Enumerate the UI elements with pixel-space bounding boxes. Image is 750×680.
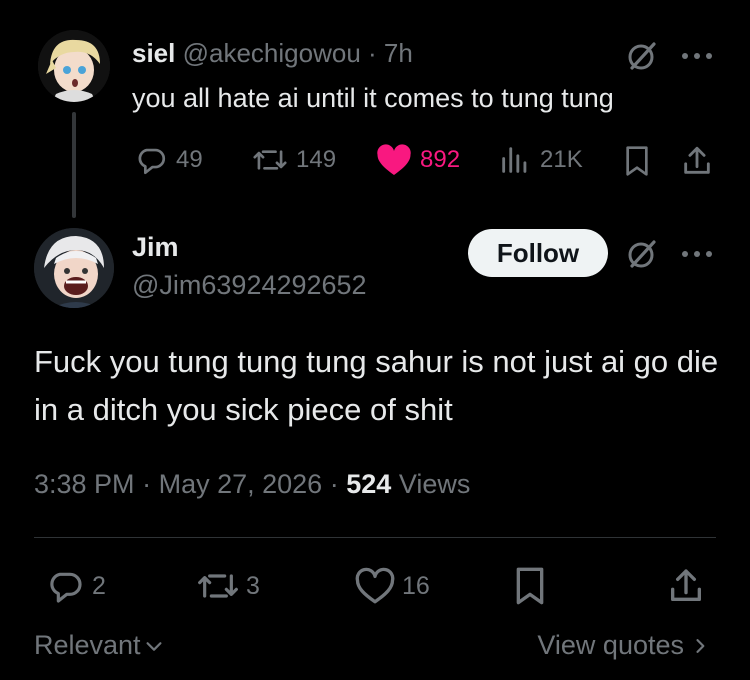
view-quotes-label: View quotes bbox=[537, 630, 684, 660]
bookmark-icon bbox=[626, 146, 648, 176]
parent-reply-button[interactable]: 49 bbox=[134, 143, 203, 177]
more-icon[interactable] bbox=[678, 236, 716, 272]
thread-line bbox=[72, 112, 76, 218]
parent-like-button[interactable]: 892 bbox=[376, 143, 460, 177]
heart-icon bbox=[355, 567, 395, 604]
reply-repost-button[interactable]: 3 bbox=[196, 566, 260, 606]
parent-time[interactable]: 7h bbox=[384, 38, 413, 68]
views-icon bbox=[502, 147, 527, 173]
grok-icon[interactable] bbox=[624, 38, 660, 74]
reply-display-name[interactable]: Jim bbox=[132, 232, 179, 263]
avatar-siel[interactable] bbox=[38, 30, 110, 102]
reply-like-button[interactable]: 16 bbox=[354, 566, 430, 606]
reply-bookmark-button[interactable] bbox=[512, 566, 548, 606]
parent-views-button[interactable]: 21K bbox=[498, 143, 583, 177]
sort-label: Relevant bbox=[34, 630, 141, 660]
grok-icon[interactable] bbox=[624, 236, 660, 272]
parent-display-name[interactable]: siel bbox=[132, 38, 175, 68]
parent-tweet-header: siel @akechigowou · 7h bbox=[132, 36, 413, 70]
parent-like-count: 892 bbox=[420, 146, 461, 173]
reply-time[interactable]: 3:38 PM bbox=[34, 469, 135, 499]
parent-tweet-text: you all hate ai until it comes to tung t… bbox=[132, 83, 614, 113]
reply-views-label: Views bbox=[398, 469, 471, 499]
parent-repost-button[interactable]: 149 bbox=[252, 143, 336, 177]
reply-date[interactable]: May 27, 2026 bbox=[159, 469, 323, 499]
reply-handle[interactable]: @Jim63924292652 bbox=[132, 270, 367, 301]
share-icon bbox=[684, 146, 710, 174]
divider bbox=[34, 537, 716, 538]
view-quotes-link[interactable]: View quotes bbox=[537, 630, 710, 661]
parent-views-count: 21K bbox=[540, 146, 583, 173]
heart-icon bbox=[377, 144, 411, 175]
parent-handle[interactable]: @akechigowou bbox=[183, 38, 361, 68]
reply-like-count: 16 bbox=[402, 571, 430, 600]
repost-icon bbox=[198, 574, 238, 598]
more-icon[interactable] bbox=[678, 38, 716, 74]
reply-repost-count: 3 bbox=[246, 571, 260, 600]
reply-views-count: 524 bbox=[346, 469, 392, 499]
follow-button[interactable]: Follow bbox=[468, 229, 608, 277]
parent-repost-count: 149 bbox=[296, 146, 337, 173]
reply-reply-count: 2 bbox=[92, 571, 106, 600]
meta-separator: · bbox=[329, 469, 339, 499]
chevron-down-icon bbox=[146, 641, 162, 651]
reply-reply-button[interactable]: 2 bbox=[44, 566, 106, 606]
reply-tweet-text: Fuck you tung tung tung sahur is not jus… bbox=[34, 344, 719, 427]
bookmark-icon bbox=[516, 567, 544, 605]
parent-share-button[interactable] bbox=[680, 144, 714, 178]
meta-separator: · bbox=[142, 469, 152, 499]
avatar-jim[interactable] bbox=[34, 228, 114, 308]
parent-reply-count: 49 bbox=[176, 146, 203, 173]
reply-share-button[interactable] bbox=[666, 566, 706, 606]
parent-separator: · bbox=[368, 38, 377, 68]
parent-bookmark-button[interactable] bbox=[622, 145, 652, 177]
reply-meta: 3:38 PM · May 27, 2026 · 524 Views bbox=[34, 464, 470, 504]
chevron-right-icon bbox=[696, 638, 705, 653]
repost-icon bbox=[253, 150, 287, 170]
reply-icon bbox=[50, 572, 82, 603]
sort-dropdown[interactable]: Relevant bbox=[34, 630, 165, 661]
reply-icon bbox=[138, 148, 166, 175]
share-icon bbox=[671, 569, 701, 601]
